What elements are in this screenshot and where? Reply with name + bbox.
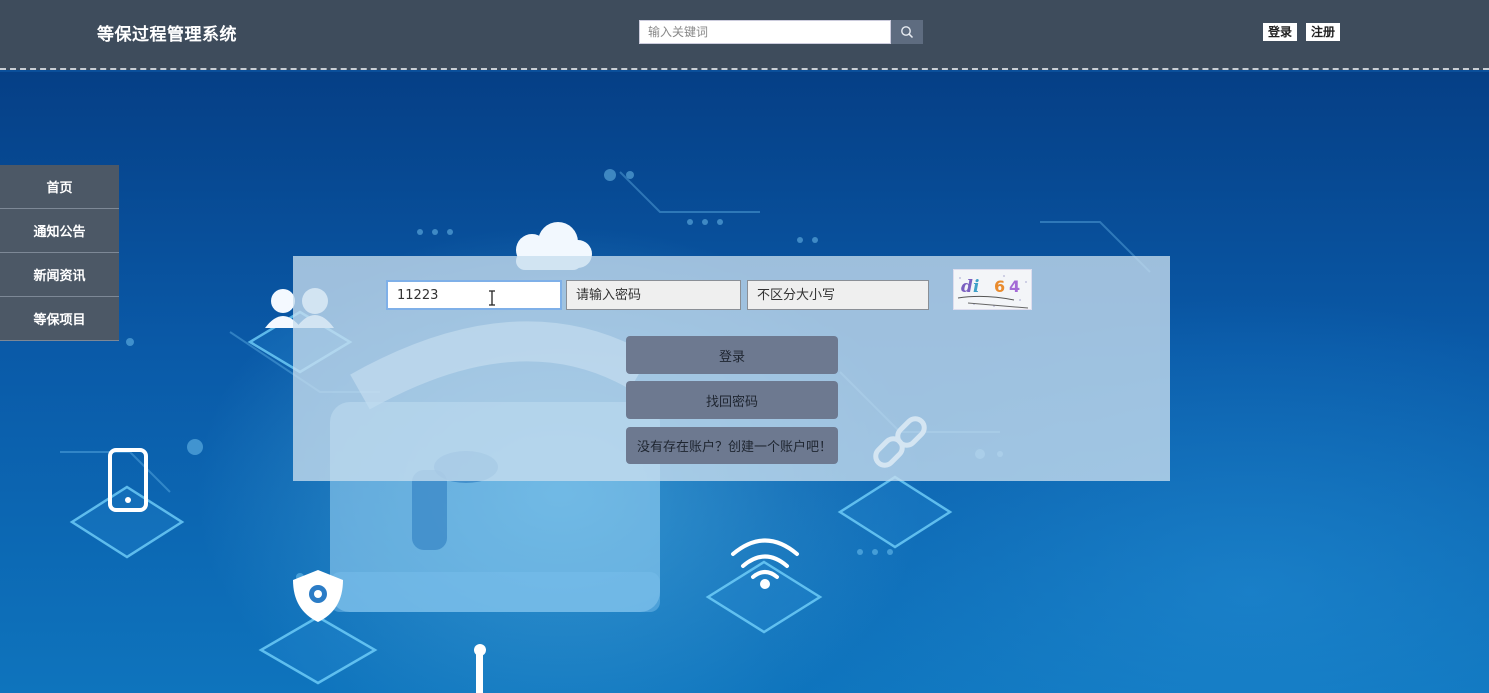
captcha-image[interactable]: d i 6 4	[953, 269, 1032, 310]
captcha-field[interactable]	[747, 280, 929, 310]
svg-text:d: d	[961, 277, 973, 297]
create-account-link[interactable]: 没有存在账户？创建一个账户吧！	[626, 427, 838, 464]
sidebar-item-news[interactable]: 新闻资讯	[0, 253, 119, 297]
shield-icon	[293, 570, 343, 622]
svg-text:4: 4	[1009, 277, 1020, 296]
svg-text:i: i	[973, 277, 979, 297]
sidebar-item-home[interactable]: 首页	[0, 165, 119, 209]
search-button[interactable]	[891, 20, 923, 44]
top-header: 等保过程管理系统 登录 注册	[0, 0, 1489, 70]
header-register-button[interactable]: 注册	[1306, 23, 1341, 41]
search-icon	[901, 26, 914, 39]
login-panel: d i 6 4 登录 找回密码 没有存在账户？创建一个账户吧！	[293, 256, 1170, 481]
header-login-button[interactable]: 登录	[1263, 23, 1298, 41]
password-field[interactable]	[566, 280, 741, 310]
sidebar-item-projects[interactable]: 等保项目	[0, 297, 119, 341]
login-button[interactable]: 登录	[626, 336, 838, 374]
username-field[interactable]	[386, 280, 562, 310]
search-input[interactable]	[639, 20, 891, 44]
sidebar-item-notices[interactable]: 通知公告	[0, 209, 119, 253]
site-title: 等保过程管理系统	[97, 25, 237, 45]
forgot-password-button[interactable]: 找回密码	[626, 381, 838, 419]
text-cursor-icon	[489, 290, 495, 306]
sidebar-nav: 首页 通知公告 新闻资讯 等保项目	[0, 165, 119, 341]
svg-text:6: 6	[994, 277, 1005, 296]
